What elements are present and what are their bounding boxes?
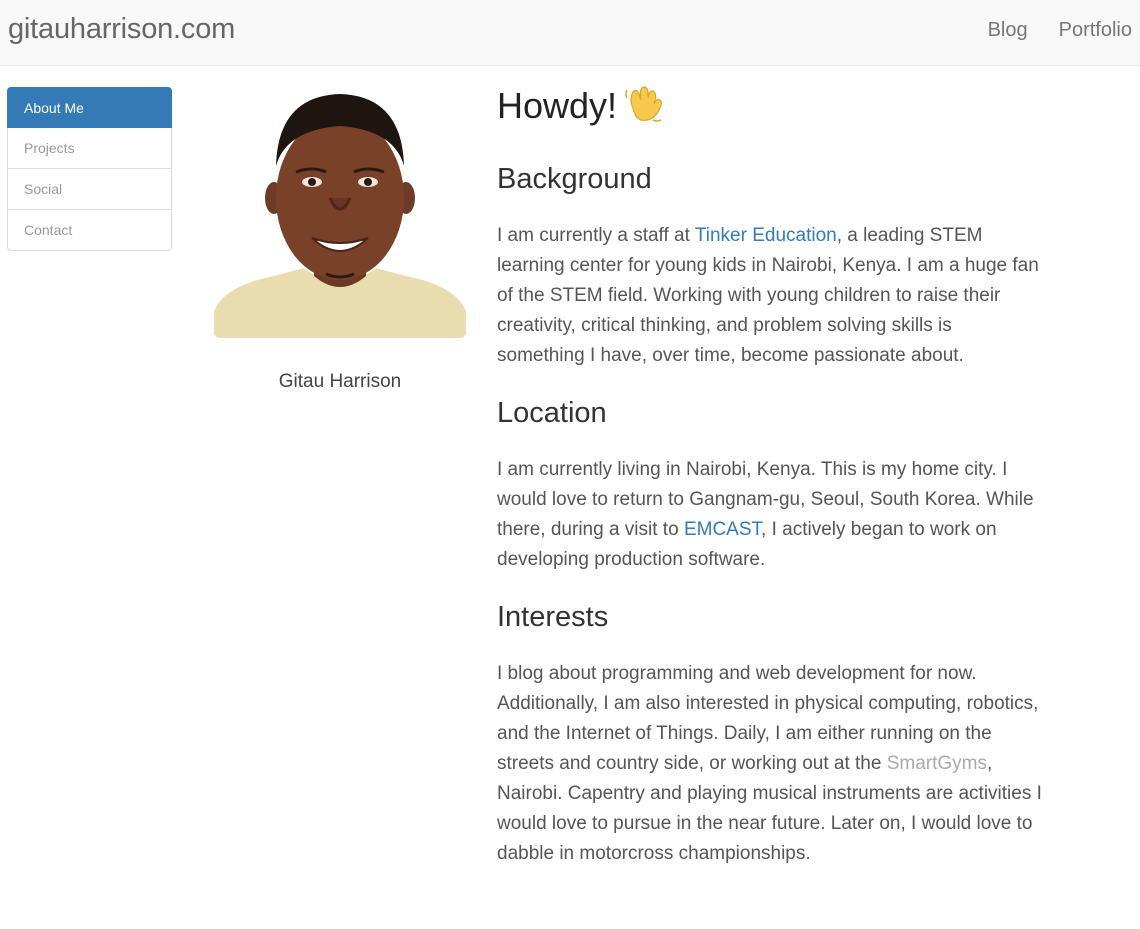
emcast-link[interactable]: EMCAST: [684, 519, 761, 540]
sidebar-item-about-me[interactable]: About Me: [7, 87, 172, 128]
sidebar-item-social[interactable]: Social: [7, 169, 172, 210]
text-fragment: , a leading STEM learning center for you…: [497, 225, 1039, 366]
section-text-interests: I blog about programming and web develop…: [497, 659, 1042, 869]
section-text-location: I am currently living in Nairobi, Kenya.…: [497, 455, 1042, 575]
waving-hand-icon: [623, 82, 665, 135]
text-fragment: I am currently a staff at: [497, 225, 695, 246]
smartgyms-link[interactable]: SmartGyms: [887, 753, 987, 774]
tinker-education-link[interactable]: Tinker Education: [695, 225, 837, 246]
nav-links: Blog Portfolio: [988, 19, 1132, 42]
page-title-text: Howdy!: [497, 85, 618, 127]
section-text-background: I am currently a staff at Tinker Educati…: [497, 221, 1042, 371]
section-title-interests: Interests: [497, 601, 609, 633]
sidebar-item-projects[interactable]: Projects: [7, 128, 172, 169]
sidebar-nav: About Me Projects Social Contact: [7, 87, 172, 251]
main-content: Howdy! Background I am currently a staff…: [497, 82, 1042, 869]
profile-card: Gitau Harrison: [214, 86, 466, 393]
sidebar-item-contact[interactable]: Contact: [7, 210, 172, 251]
top-navbar: gitauharrison.com Blog Portfolio: [0, 0, 1140, 66]
section-title-location: Location: [497, 397, 607, 429]
section-title-background: Background: [497, 163, 652, 195]
nav-link-blog[interactable]: Blog: [988, 19, 1028, 42]
page-title: Howdy!: [497, 82, 1042, 135]
nav-link-portfolio[interactable]: Portfolio: [1059, 19, 1132, 42]
site-brand-link[interactable]: gitauharrison.com: [8, 13, 235, 46]
profile-photo: [214, 86, 466, 338]
profile-name: Gitau Harrison: [278, 371, 402, 392]
